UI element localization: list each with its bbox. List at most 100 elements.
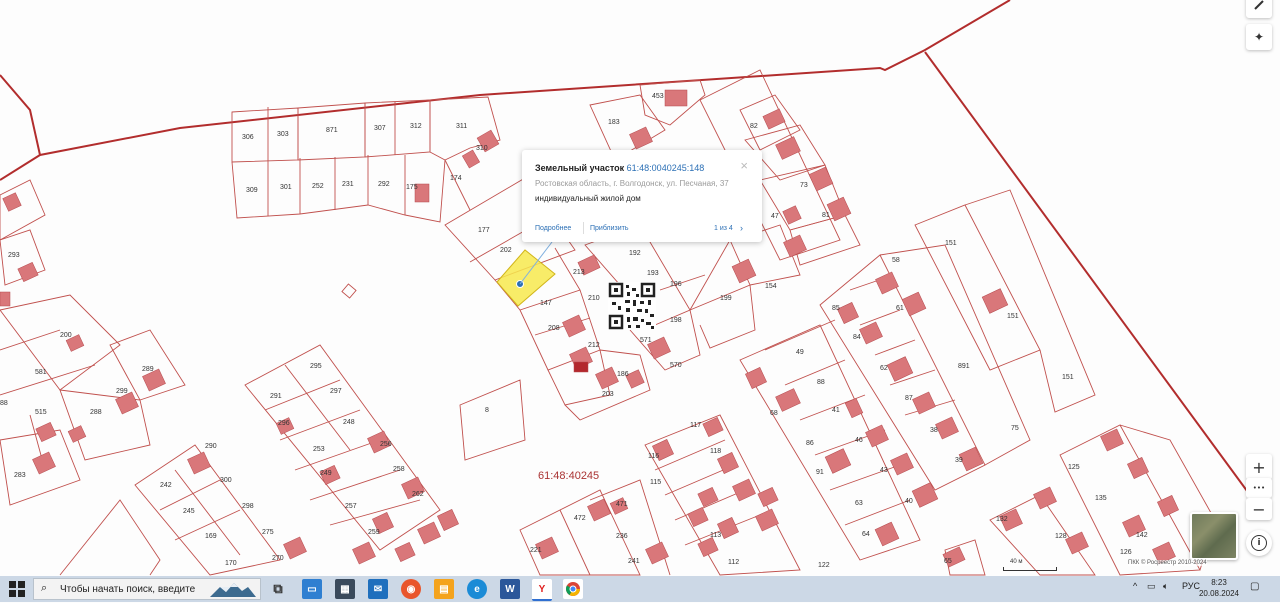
chevron-right-icon[interactable]: › bbox=[740, 223, 743, 233]
tray-chevron-icon[interactable]: ^ bbox=[1133, 581, 1137, 591]
popup-pager: 1 из 4 bbox=[714, 225, 733, 232]
parcel-number-label: 47 bbox=[771, 213, 779, 220]
parcel-number-label: 62 bbox=[880, 365, 888, 372]
parcel-number-label: 8 bbox=[485, 407, 489, 414]
windows-start-icon[interactable] bbox=[8, 580, 26, 598]
basemap-switcher[interactable] bbox=[1190, 512, 1238, 560]
parcel-number-label: 295 bbox=[310, 363, 322, 370]
details-link[interactable]: Подробнее bbox=[535, 225, 571, 232]
parcel-number-label: 242 bbox=[160, 482, 172, 489]
parcel-number-label: 175 bbox=[406, 184, 418, 191]
parcel-number-label: 581 bbox=[35, 369, 47, 376]
parcel-number-label: 213 bbox=[573, 269, 585, 276]
parcel-number-label: 253 bbox=[313, 446, 325, 453]
parcel-info-popup: Земельный участок 61:48:0040245:148 Рост… bbox=[522, 150, 762, 242]
popup-divider bbox=[583, 222, 584, 234]
parcel-number-label: 193 bbox=[647, 270, 659, 277]
parcel-number-label: 84 bbox=[853, 334, 861, 341]
info-icon[interactable]: i bbox=[1246, 530, 1272, 556]
scale-label: 40 м bbox=[1010, 559, 1023, 565]
parcel-number-label: 64 bbox=[862, 531, 870, 538]
parcel-number-label: 293 bbox=[8, 252, 20, 259]
parcel-number-label: 88 bbox=[817, 379, 825, 386]
parcel-number-label: 299 bbox=[116, 388, 128, 395]
notifications-icon[interactable]: ▢ bbox=[1250, 581, 1259, 592]
parcel-number-label: 311 bbox=[456, 123, 467, 130]
word-icon[interactable]: W bbox=[500, 579, 520, 599]
parcel-number-label: 116 bbox=[648, 453, 659, 460]
parcel-number-label: 289 bbox=[142, 366, 154, 373]
more-options-button[interactable]: ••• bbox=[1246, 478, 1272, 498]
parcel-number-label: 88 bbox=[0, 400, 8, 407]
parcel-number-label: 275 bbox=[262, 529, 274, 536]
parcel-number-label: 241 bbox=[628, 558, 640, 565]
parcel-number-label: 283 bbox=[14, 472, 26, 479]
system-clock[interactable]: 8:23 20.08.2024 bbox=[1196, 577, 1242, 599]
parcel-number-label: 297 bbox=[330, 388, 342, 395]
parcel-number-label: 472 bbox=[574, 515, 586, 522]
parcel-number-label: 310 bbox=[476, 145, 488, 152]
parcel-number-label: 86 bbox=[806, 440, 814, 447]
taskbar-search-box[interactable]: ⌕ Чтобы начать поиск, введите bbox=[33, 578, 261, 600]
cadastral-map[interactable]: 306 303 871 307 312 311 309 301 252 231 292 175 174 3… bbox=[0, 0, 1280, 576]
scale-bar bbox=[1003, 567, 1057, 571]
parcel-number-label: 142 bbox=[1136, 532, 1148, 539]
parcel-number-label: 115 bbox=[650, 479, 661, 486]
parcel-number-label: 270 bbox=[272, 555, 284, 562]
parcel-number-label: 117 bbox=[690, 422, 701, 429]
parcel-number-label: 298 bbox=[242, 503, 254, 510]
parcel-number-label: 118 bbox=[710, 448, 721, 455]
map-attribution: ПКК © Росреестр 2010-2024 bbox=[1128, 560, 1207, 566]
parcel-number-label: 252 bbox=[312, 183, 324, 190]
parcel-number-label: 75 bbox=[1011, 425, 1019, 432]
search-placeholder: Чтобы начать поиск, введите bbox=[60, 584, 196, 595]
parcel-number-label: 306 bbox=[242, 134, 254, 141]
parcel-number-label: 43 bbox=[880, 467, 888, 474]
parcel-number-label: 309 bbox=[246, 187, 258, 194]
popup-land-use: индивидуальный жилой дом bbox=[535, 194, 641, 203]
network-icon[interactable]: ▭ bbox=[1147, 581, 1156, 592]
parcel-number-label: 221 bbox=[530, 547, 542, 554]
parcel-number-label: 186 bbox=[617, 371, 629, 378]
calculator-icon[interactable]: ▦ bbox=[335, 579, 355, 599]
parcel-number-label: 91 bbox=[816, 469, 824, 476]
parcel-number-label: 199 bbox=[720, 295, 732, 302]
map-canvas[interactable]: 306 303 871 307 312 311 309 301 252 231 292 175 174 3… bbox=[0, 0, 1280, 576]
volume-icon[interactable]: 🔈︎ bbox=[1163, 581, 1168, 592]
zoom-in-button[interactable]: + bbox=[1246, 454, 1272, 480]
parcel-number-label: 202 bbox=[500, 247, 512, 254]
parcel-number-label: 453 bbox=[652, 93, 664, 100]
parcel-number-label: 183 bbox=[608, 119, 620, 126]
parcel-number-label: 300 bbox=[220, 477, 232, 484]
task-view-icon[interactable]: ⧉ bbox=[268, 579, 288, 599]
parcel-number-label: 212 bbox=[588, 342, 600, 349]
parcel-number-label: 192 bbox=[629, 250, 641, 257]
parcel-number-label: 871 bbox=[326, 127, 338, 134]
ruler-icon[interactable] bbox=[1246, 0, 1272, 18]
photos-icon[interactable]: ▤ bbox=[434, 579, 454, 599]
parcel-number-label: 288 bbox=[90, 409, 102, 416]
windows-taskbar: ⌕ Чтобы начать поиск, введите ⧉ ▭ ▦ ✉ ◉ … bbox=[0, 576, 1280, 602]
selected-parcel[interactable] bbox=[496, 249, 556, 307]
parcel-number-label: 236 bbox=[616, 533, 628, 540]
parcel-number-label: 113 bbox=[710, 532, 721, 539]
zoom-out-button[interactable]: − bbox=[1246, 498, 1272, 520]
locate-icon[interactable]: ✦ bbox=[1246, 24, 1272, 50]
edge-icon[interactable]: e bbox=[467, 579, 487, 599]
parcel-boundaries bbox=[0, 69, 1216, 576]
chrome-icon[interactable] bbox=[563, 579, 583, 599]
quarter-boundaries bbox=[0, 0, 1251, 496]
parcel-number-label: 307 bbox=[374, 125, 386, 132]
cadastral-number-link[interactable]: 61:48:0040245:148 bbox=[627, 163, 705, 173]
parcel-number-label: 200 bbox=[60, 332, 72, 339]
zoom-to-link[interactable]: Приблизить bbox=[590, 225, 629, 232]
yandex-browser-icon[interactable]: Y bbox=[532, 579, 552, 601]
parcel-number-label: 58 bbox=[892, 257, 900, 264]
mail-icon[interactable]: ✉ bbox=[368, 579, 388, 599]
parcel-number-label: 169 bbox=[205, 533, 217, 540]
close-icon[interactable]: × bbox=[740, 158, 748, 173]
office-icon[interactable]: ◉ bbox=[401, 579, 421, 599]
qr-code bbox=[608, 282, 656, 330]
parcel-number-label: 87 bbox=[905, 395, 913, 402]
explorer-icon[interactable]: ▭ bbox=[302, 579, 322, 599]
